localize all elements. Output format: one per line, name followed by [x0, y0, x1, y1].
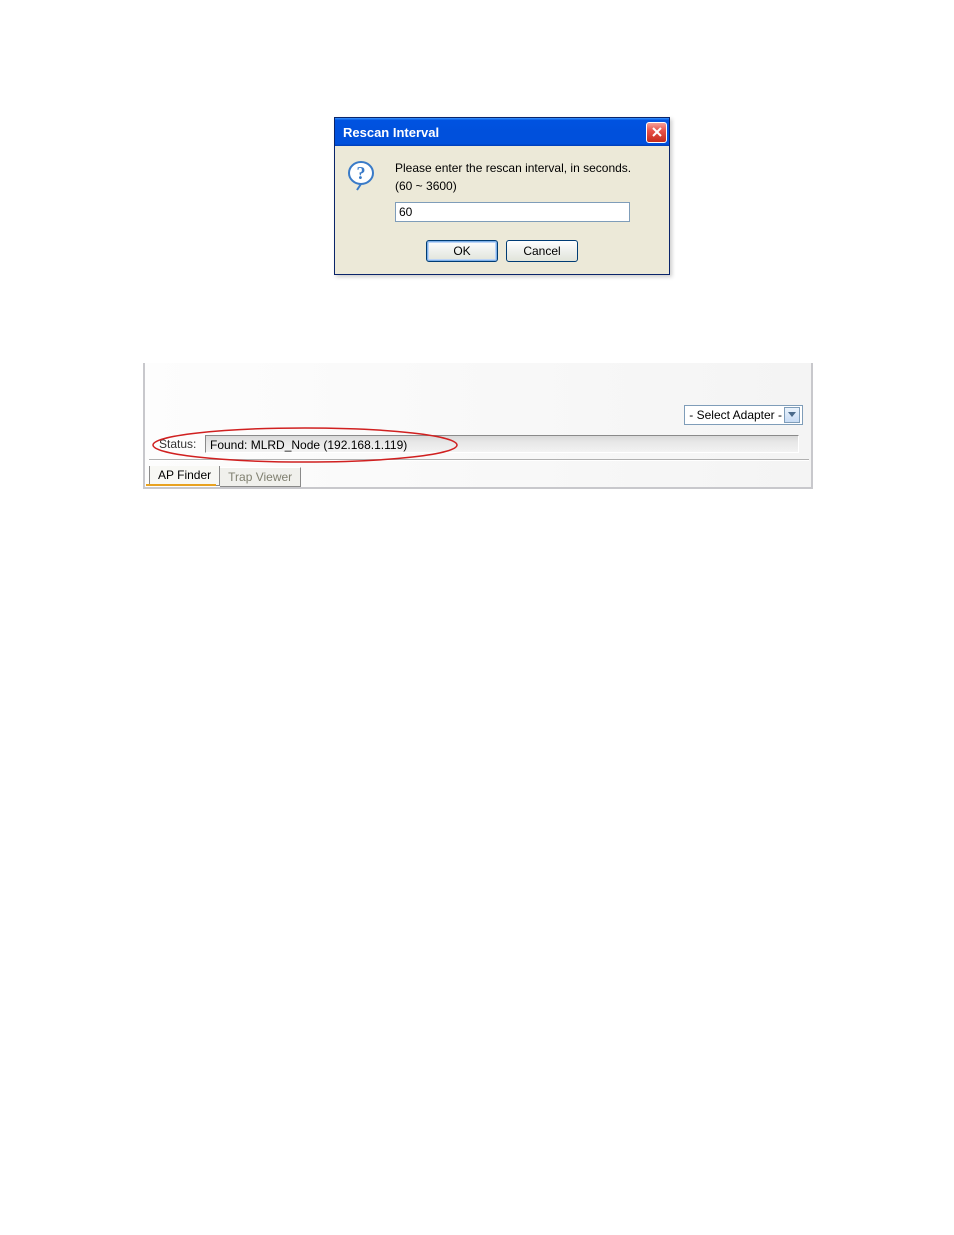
rescan-interval-input[interactable] [395, 202, 630, 222]
dialog-content: Please enter the rescan interval, in sec… [395, 160, 657, 222]
close-button[interactable] [646, 122, 667, 143]
adapter-select-label: - Select Adapter - [689, 408, 782, 422]
dialog-titlebar[interactable]: Rescan Interval [335, 118, 669, 146]
chevron-down-icon [784, 407, 800, 423]
svg-text:?: ? [357, 163, 366, 183]
status-value-field: Found: MLRD_Node (192.168.1.119) [205, 435, 799, 453]
dialog-message-2: (60 ~ 3600) [395, 178, 657, 194]
tab-ap-finder-label: AP Finder [158, 468, 211, 482]
dialog-message-1: Please enter the rescan interval, in sec… [395, 160, 657, 176]
dialog-icon-wrap: ? [347, 160, 383, 222]
ok-button[interactable]: OK [426, 240, 498, 262]
rescan-interval-dialog: Rescan Interval ? Please enter the resca… [334, 117, 670, 275]
status-row: Status: Found: MLRD_Node (192.168.1.119) [159, 435, 799, 453]
question-icon: ? [347, 160, 379, 192]
status-divider [149, 459, 809, 461]
cancel-button[interactable]: Cancel [506, 240, 578, 262]
tab-trap-viewer-label: Trap Viewer [228, 470, 292, 484]
adapter-row: - Select Adapter - [684, 405, 803, 425]
dialog-button-row: OK Cancel [335, 236, 669, 274]
status-value: Found: MLRD_Node (192.168.1.119) [210, 438, 407, 452]
tab-trap-viewer[interactable]: Trap Viewer [220, 467, 301, 487]
status-label: Status: [159, 437, 205, 451]
status-panel: - Select Adapter - Status: Found: MLRD_N… [143, 363, 813, 489]
close-icon [652, 125, 662, 139]
dialog-title: Rescan Interval [343, 125, 646, 140]
tab-ap-finder[interactable]: AP Finder [149, 466, 220, 486]
dialog-body: ? Please enter the rescan interval, in s… [335, 146, 669, 236]
active-tab-indicator [146, 484, 216, 486]
adapter-select[interactable]: - Select Adapter - [684, 405, 803, 425]
